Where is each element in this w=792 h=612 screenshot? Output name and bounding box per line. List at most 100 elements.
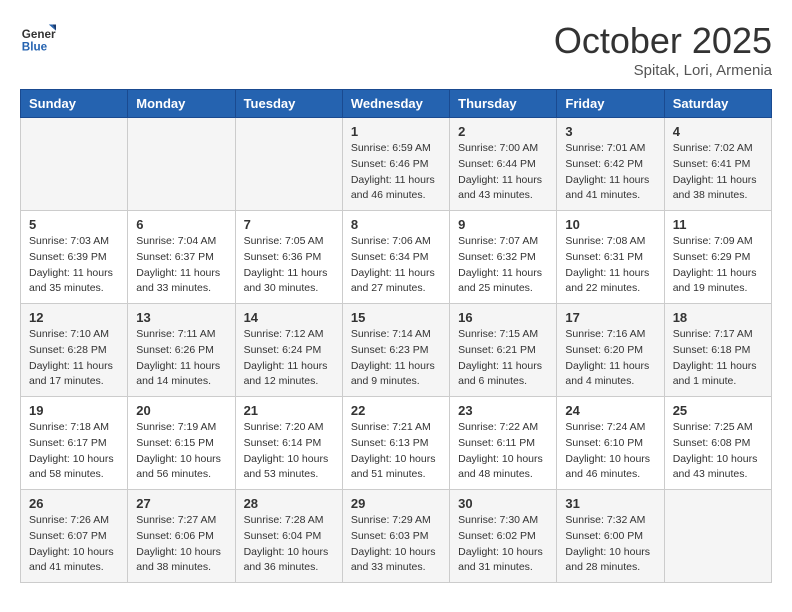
day-number: 24 — [565, 403, 655, 418]
weekday-header: Saturday — [664, 90, 771, 118]
calendar-cell: 1 Sunrise: 6:59 AM Sunset: 6:46 PM Daylig… — [342, 118, 449, 211]
calendar-cell: 5Sunrise: 7:03 AM Sunset: 6:39 PM Daylig… — [21, 211, 128, 304]
day-info: Sunrise: 7:14 AM Sunset: 6:23 PM Dayligh… — [351, 327, 441, 390]
day-info: Sunrise: 7:16 AM Sunset: 6:20 PM Dayligh… — [565, 327, 655, 390]
title-block: October 2025 Spitak, Lori, Armenia — [554, 20, 772, 79]
day-number: 20 — [136, 403, 226, 418]
day-info: Sunrise: 7:28 AM Sunset: 6:04 PM Dayligh… — [244, 513, 334, 576]
day-info: Sunrise: 7:32 AM Sunset: 6:00 PM Dayligh… — [565, 513, 655, 576]
calendar-cell: 13 Sunrise: 7:11 AM Sunset: 6:26 PM Dayli… — [128, 304, 235, 397]
day-number: 25 — [673, 403, 763, 418]
day-info: Sunrise: 7:06 AM Sunset: 6:34 PM Dayligh… — [351, 234, 441, 297]
day-info: Sunrise: 6:59 AM Sunset: 6:46 PM Dayligh… — [351, 141, 441, 204]
calendar-cell: 8 Sunrise: 7:06 AM Sunset: 6:34 PM Daylig… — [342, 211, 449, 304]
day-number: 14 — [244, 310, 334, 325]
calendar-cell: 15 Sunrise: 7:14 AM Sunset: 6:23 PM Dayli… — [342, 304, 449, 397]
day-number: 13 — [136, 310, 226, 325]
day-info: Sunrise: 7:00 AM Sunset: 6:44 PM Dayligh… — [458, 141, 548, 204]
day-info: Sunrise: 7:03 AM Sunset: 6:39 PM Dayligh… — [29, 234, 119, 297]
weekday-header: Tuesday — [235, 90, 342, 118]
logo-icon: General Blue — [20, 20, 56, 56]
calendar-cell: 11 Sunrise: 7:09 AM Sunset: 6:29 PM Dayli… — [664, 211, 771, 304]
day-info: Sunrise: 7:22 AM Sunset: 6:11 PM Dayligh… — [458, 420, 548, 483]
day-info: Sunrise: 7:25 AM Sunset: 6:08 PM Dayligh… — [673, 420, 763, 483]
calendar-cell: 14 Sunrise: 7:12 AM Sunset: 6:24 PM Dayli… — [235, 304, 342, 397]
day-number: 6 — [136, 217, 226, 232]
day-number: 18 — [673, 310, 763, 325]
day-number: 8 — [351, 217, 441, 232]
day-info: Sunrise: 7:09 AM Sunset: 6:29 PM Dayligh… — [673, 234, 763, 297]
location: Spitak, Lori, Armenia — [554, 62, 772, 79]
day-number: 17 — [565, 310, 655, 325]
calendar-cell: 4 Sunrise: 7:02 AM Sunset: 6:41 PM Daylig… — [664, 118, 771, 211]
month-title: October 2025 — [554, 20, 772, 62]
day-number: 9 — [458, 217, 548, 232]
day-number: 4 — [673, 124, 763, 139]
day-number: 2 — [458, 124, 548, 139]
page-header: General Blue October 2025 Spitak, Lori, … — [20, 20, 772, 79]
day-info: Sunrise: 7:04 AM Sunset: 6:37 PM Dayligh… — [136, 234, 226, 297]
calendar-cell — [664, 490, 771, 583]
calendar-cell: 7 Sunrise: 7:05 AM Sunset: 6:36 PM Daylig… — [235, 211, 342, 304]
day-number: 12 — [29, 310, 119, 325]
day-number: 27 — [136, 496, 226, 511]
calendar-table: SundayMondayTuesdayWednesdayThursdayFrid… — [20, 89, 772, 583]
calendar-cell: 21 Sunrise: 7:20 AM Sunset: 6:14 PM Dayli… — [235, 397, 342, 490]
day-info: Sunrise: 7:01 AM Sunset: 6:42 PM Dayligh… — [565, 141, 655, 204]
calendar-cell — [235, 118, 342, 211]
calendar-week-row: 19 Sunrise: 7:18 AM Sunset: 6:17 PM Dayli… — [21, 397, 772, 490]
day-number: 11 — [673, 217, 763, 232]
calendar-cell: 23 Sunrise: 7:22 AM Sunset: 6:11 PM Dayli… — [450, 397, 557, 490]
day-info: Sunrise: 7:08 AM Sunset: 6:31 PM Dayligh… — [565, 234, 655, 297]
calendar-cell: 31 Sunrise: 7:32 AM Sunset: 6:00 PM Dayli… — [557, 490, 664, 583]
day-info: Sunrise: 7:02 AM Sunset: 6:41 PM Dayligh… — [673, 141, 763, 204]
calendar-week-row: 26 Sunrise: 7:26 AM Sunset: 6:07 PM Dayli… — [21, 490, 772, 583]
weekday-header-row: SundayMondayTuesdayWednesdayThursdayFrid… — [21, 90, 772, 118]
day-info: Sunrise: 7:10 AM Sunset: 6:28 PM Dayligh… — [29, 327, 119, 390]
calendar-cell: 3 Sunrise: 7:01 AM Sunset: 6:42 PM Daylig… — [557, 118, 664, 211]
day-info: Sunrise: 7:29 AM Sunset: 6:03 PM Dayligh… — [351, 513, 441, 576]
calendar-cell: 27 Sunrise: 7:27 AM Sunset: 6:06 PM Dayli… — [128, 490, 235, 583]
calendar-week-row: 12 Sunrise: 7:10 AM Sunset: 6:28 PM Dayli… — [21, 304, 772, 397]
day-info: Sunrise: 7:30 AM Sunset: 6:02 PM Dayligh… — [458, 513, 548, 576]
calendar-cell: 19 Sunrise: 7:18 AM Sunset: 6:17 PM Dayli… — [21, 397, 128, 490]
day-info: Sunrise: 7:18 AM Sunset: 6:17 PM Dayligh… — [29, 420, 119, 483]
calendar-week-row: 1 Sunrise: 6:59 AM Sunset: 6:46 PM Daylig… — [21, 118, 772, 211]
day-number: 16 — [458, 310, 548, 325]
day-info: Sunrise: 7:20 AM Sunset: 6:14 PM Dayligh… — [244, 420, 334, 483]
calendar-cell: 2 Sunrise: 7:00 AM Sunset: 6:44 PM Daylig… — [450, 118, 557, 211]
calendar-cell: 9 Sunrise: 7:07 AM Sunset: 6:32 PM Daylig… — [450, 211, 557, 304]
day-number: 3 — [565, 124, 655, 139]
weekday-header: Friday — [557, 90, 664, 118]
day-number: 1 — [351, 124, 441, 139]
calendar-cell: 24Sunrise: 7:24 AM Sunset: 6:10 PM Dayli… — [557, 397, 664, 490]
day-info: Sunrise: 7:26 AM Sunset: 6:07 PM Dayligh… — [29, 513, 119, 576]
day-info: Sunrise: 7:11 AM Sunset: 6:26 PM Dayligh… — [136, 327, 226, 390]
day-info: Sunrise: 7:05 AM Sunset: 6:36 PM Dayligh… — [244, 234, 334, 297]
day-info: Sunrise: 7:19 AM Sunset: 6:15 PM Dayligh… — [136, 420, 226, 483]
calendar-cell: 20 Sunrise: 7:19 AM Sunset: 6:15 PM Dayli… — [128, 397, 235, 490]
calendar-cell: 26 Sunrise: 7:26 AM Sunset: 6:07 PM Dayli… — [21, 490, 128, 583]
day-info: Sunrise: 7:12 AM Sunset: 6:24 PM Dayligh… — [244, 327, 334, 390]
day-number: 19 — [29, 403, 119, 418]
svg-text:General: General — [22, 28, 56, 41]
day-number: 15 — [351, 310, 441, 325]
day-number: 23 — [458, 403, 548, 418]
calendar-cell — [21, 118, 128, 211]
day-number: 31 — [565, 496, 655, 511]
day-number: 21 — [244, 403, 334, 418]
calendar-cell: 28 Sunrise: 7:28 AM Sunset: 6:04 PM Dayli… — [235, 490, 342, 583]
calendar-cell: 22Sunrise: 7:21 AM Sunset: 6:13 PM Dayli… — [342, 397, 449, 490]
day-info: Sunrise: 7:27 AM Sunset: 6:06 PM Dayligh… — [136, 513, 226, 576]
day-number: 7 — [244, 217, 334, 232]
day-number: 10 — [565, 217, 655, 232]
day-number: 28 — [244, 496, 334, 511]
calendar-cell: 25 Sunrise: 7:25 AM Sunset: 6:08 PM Dayli… — [664, 397, 771, 490]
calendar-cell — [128, 118, 235, 211]
day-number: 26 — [29, 496, 119, 511]
day-info: Sunrise: 7:07 AM Sunset: 6:32 PM Dayligh… — [458, 234, 548, 297]
calendar-cell: 17 Sunrise: 7:16 AM Sunset: 6:20 PM Dayli… — [557, 304, 664, 397]
svg-text:Blue: Blue — [22, 41, 48, 54]
weekday-header: Thursday — [450, 90, 557, 118]
calendar-cell: 29Sunrise: 7:29 AM Sunset: 6:03 PM Dayli… — [342, 490, 449, 583]
